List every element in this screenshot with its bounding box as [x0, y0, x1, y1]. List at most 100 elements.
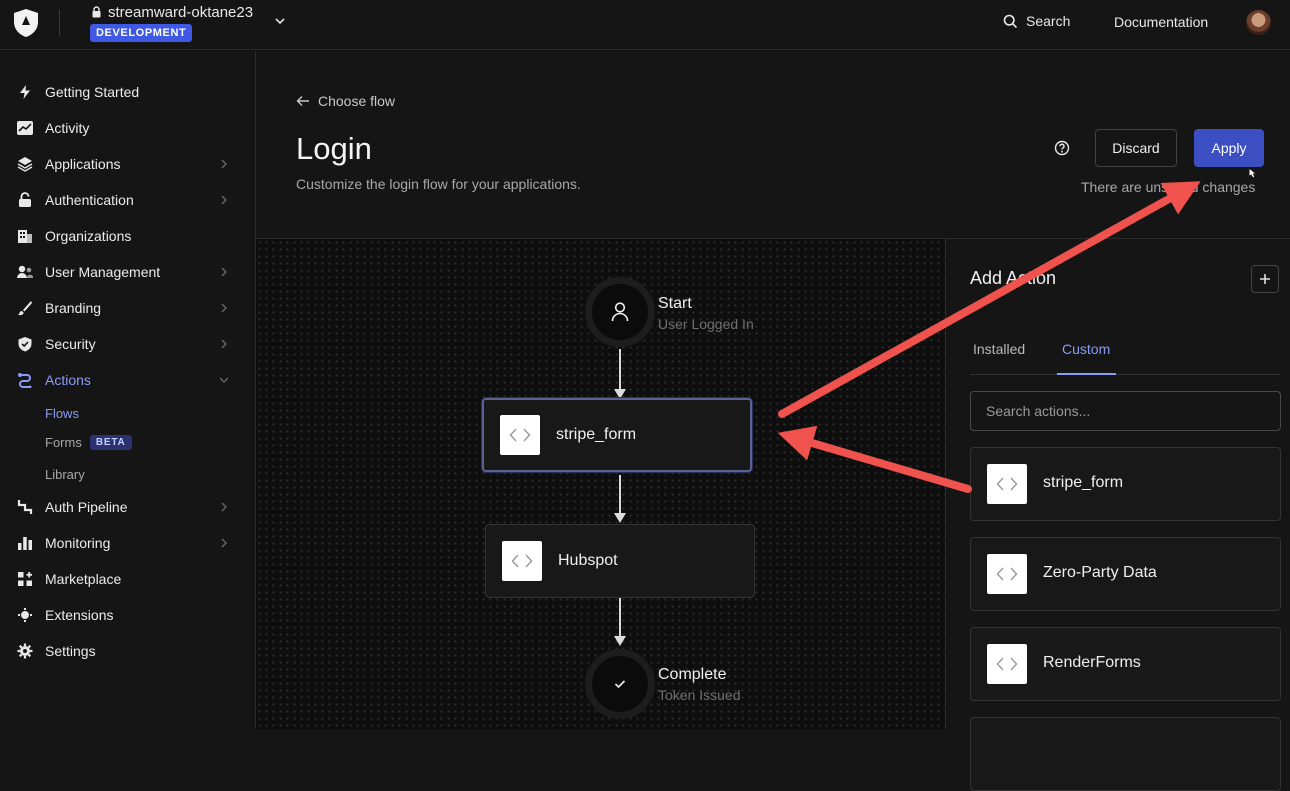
chevron-down-icon[interactable] [273, 14, 287, 28]
arrow-left-icon [296, 96, 309, 106]
chevron-right-icon [221, 339, 227, 349]
sidebar-item-label: Actions [45, 372, 91, 388]
page-subtitle: Customize the login flow for your applic… [296, 176, 581, 192]
shield-icon [16, 335, 34, 353]
sidebar-subitem-flows[interactable]: Flows [45, 406, 79, 421]
bolt-icon [16, 83, 34, 101]
top-bar: streamward-oktane23 DEVELOPMENT Search D… [0, 0, 1290, 50]
sidebar-item-applications[interactable]: Applications [0, 149, 255, 179]
start-node-label: Start [658, 295, 692, 312]
sidebar-item-label: Settings [45, 643, 96, 659]
active-tab-indicator [1057, 373, 1116, 375]
marketplace-icon [16, 570, 34, 588]
sidebar-item-user-management[interactable]: User Management [0, 257, 255, 287]
action-card-name: RenderForms [1043, 654, 1141, 671]
add-action-panel: Add Action Installed Custom stripe_form … [945, 239, 1290, 791]
sidebar-item-label: Security [45, 336, 96, 352]
gear-icon [16, 642, 34, 660]
user-icon [611, 302, 629, 322]
flow-action-node[interactable]: Hubspot [485, 524, 755, 598]
sidebar-subitem-label: Forms [45, 435, 82, 450]
action-card[interactable]: RenderForms [970, 627, 1281, 701]
start-node [585, 277, 655, 347]
sidebar-item-label: Auth Pipeline [45, 499, 128, 515]
start-node-sublabel: User Logged In [658, 316, 754, 332]
sidebar-item-label: Authentication [45, 192, 134, 208]
sidebar-subitem-forms[interactable]: Forms BETA [45, 435, 132, 450]
sidebar-item-extensions[interactable]: Extensions [0, 600, 255, 630]
action-card[interactable]: stripe_form [970, 447, 1281, 521]
sidebar-subitem-library[interactable]: Library [45, 467, 85, 482]
chevron-right-icon [221, 303, 227, 313]
action-card-name: Zero-Party Data [1043, 564, 1157, 581]
flow-connector [619, 598, 621, 638]
apply-button[interactable]: Apply [1194, 129, 1264, 167]
sidebar-item-label: Marketplace [45, 571, 122, 587]
panel-tabs: Installed Custom [970, 327, 1281, 375]
sidebar-item-branding[interactable]: Branding [0, 293, 255, 323]
chevron-right-icon [221, 195, 227, 205]
action-card[interactable]: Zero-Party Data [970, 537, 1281, 611]
action-card-name: stripe_form [1043, 474, 1124, 491]
flow-connector [619, 349, 621, 391]
sidebar-item-activity[interactable]: Activity [0, 113, 255, 143]
search-icon [1003, 14, 1018, 28]
chevron-right-icon [221, 159, 227, 169]
flow-action-name: stripe_form [556, 426, 637, 443]
sidebar-item-marketplace[interactable]: Marketplace [0, 564, 255, 594]
chevron-right-icon [221, 502, 227, 512]
sidebar-item-authentication[interactable]: Authentication [0, 185, 255, 215]
tenant-selector[interactable]: streamward-oktane23 [91, 2, 253, 22]
documentation-link[interactable]: Documentation [1114, 14, 1208, 30]
discard-button[interactable]: Discard [1095, 129, 1177, 167]
flow-header: Choose flow Login Customize the login fl… [256, 51, 1290, 239]
sidebar-item-label: Extensions [45, 607, 114, 623]
complete-node [585, 649, 655, 719]
search-button[interactable]: Search [1003, 13, 1070, 29]
activity-chart-icon [16, 119, 34, 137]
avatar[interactable] [1246, 10, 1271, 35]
sidebar-item-organizations[interactable]: Organizations [0, 221, 255, 251]
tab-custom[interactable]: Custom [1062, 341, 1110, 357]
sidebar-item-settings[interactable]: Settings [0, 636, 255, 666]
chevron-right-icon [221, 538, 227, 548]
layers-icon [16, 155, 34, 173]
sidebar-item-label: User Management [45, 264, 161, 280]
add-action-button[interactable] [1251, 265, 1279, 293]
tab-installed[interactable]: Installed [973, 341, 1025, 357]
chevron-right-icon [221, 267, 227, 277]
sidebar-item-label: Branding [45, 300, 102, 316]
arrow-down-icon [614, 636, 626, 646]
auth0-logo-icon[interactable] [12, 8, 40, 38]
sidebar-subitem-label: Flows [45, 406, 79, 421]
code-icon [987, 464, 1027, 504]
flow-action-name: Hubspot [558, 552, 618, 569]
complete-node-sublabel: Token Issued [658, 687, 741, 703]
sidebar-item-getting-started[interactable]: Getting Started [0, 77, 255, 107]
code-icon [987, 554, 1027, 594]
flow-action-node[interactable]: stripe_form [482, 398, 752, 472]
chevron-down-icon [219, 377, 229, 383]
help-icon[interactable] [1054, 140, 1070, 156]
sidebar-item-security[interactable]: Security [0, 329, 255, 359]
plus-icon [1260, 274, 1270, 284]
sidebar-item-label: Monitoring [45, 535, 111, 551]
code-icon [502, 541, 542, 581]
sidebar-item-label: Activity [45, 120, 90, 136]
sidebar-item-monitoring[interactable]: Monitoring [0, 528, 255, 558]
sidebar-item-label: Getting Started [45, 84, 140, 100]
choose-flow-link[interactable]: Choose flow [296, 93, 395, 109]
flow-canvas[interactable]: Start User Logged In stripe_form Hubspot… [256, 239, 945, 729]
divider [59, 10, 60, 36]
extensions-icon [16, 606, 34, 624]
search-actions-input[interactable] [970, 391, 1281, 431]
action-card-partial[interactable] [970, 717, 1281, 791]
lock-icon [16, 191, 34, 209]
sidebar-item-auth-pipeline[interactable]: Auth Pipeline [0, 492, 255, 522]
code-icon [987, 644, 1027, 684]
arrow-down-icon [614, 513, 626, 523]
sidebar-item-label: Organizations [45, 228, 132, 244]
users-icon [16, 263, 34, 281]
sidebar-item-actions[interactable]: Actions [0, 365, 255, 395]
bar-chart-icon [16, 534, 34, 552]
